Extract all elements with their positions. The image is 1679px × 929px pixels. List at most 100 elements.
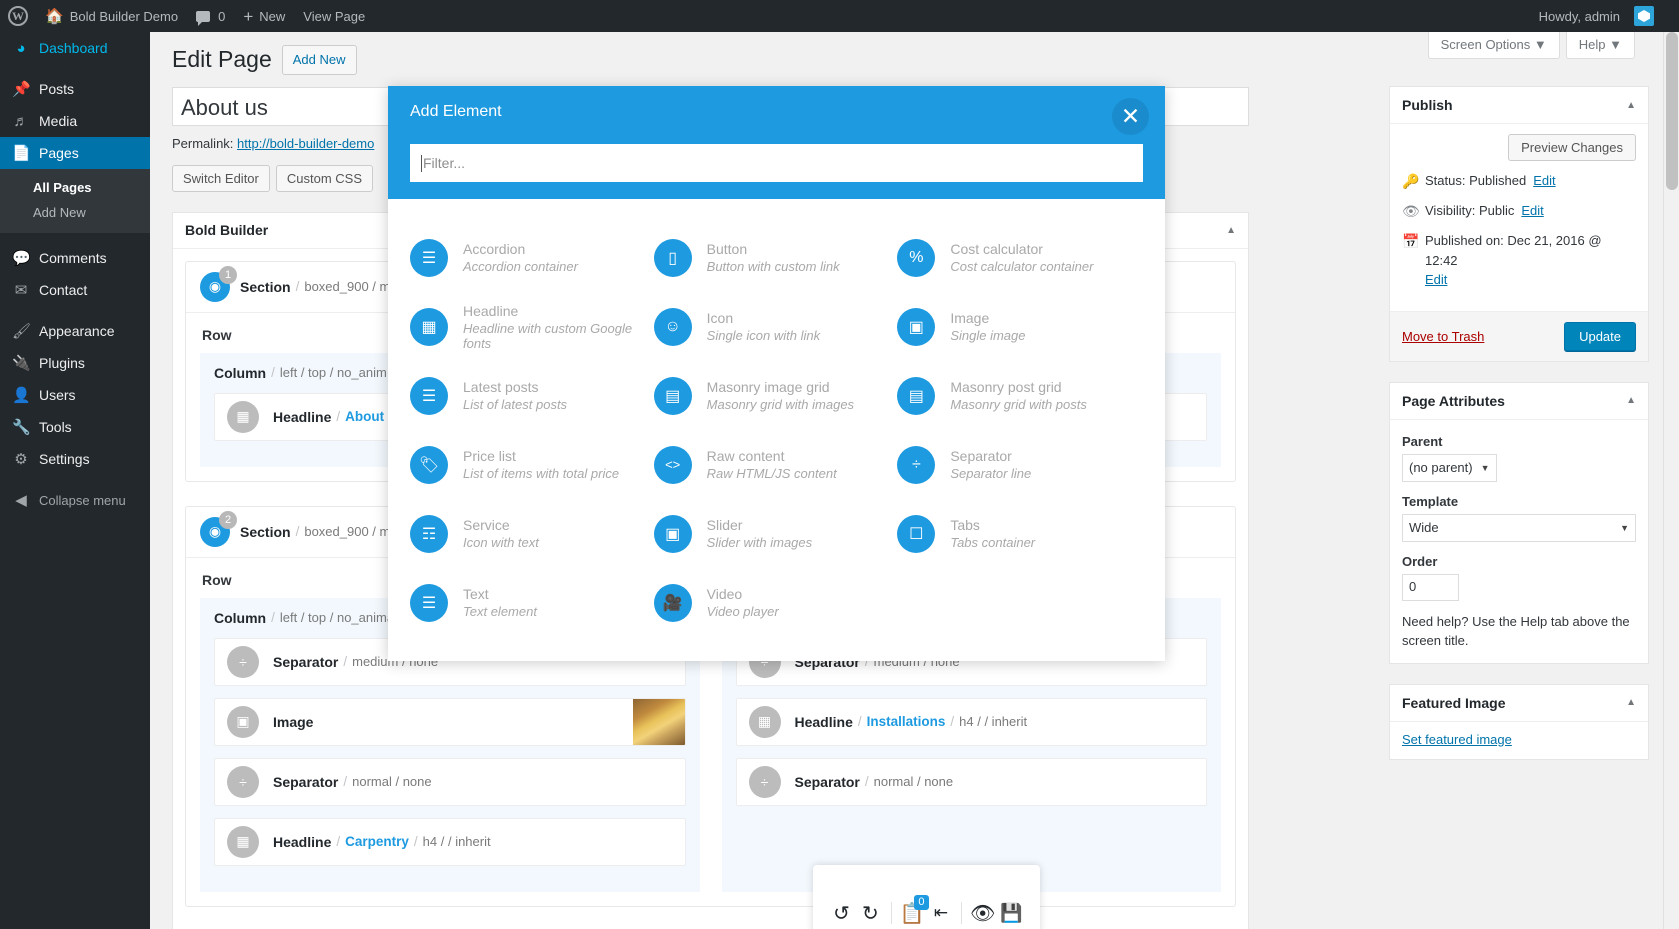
howdy-label: Howdy, admin bbox=[1538, 8, 1620, 24]
sidebar-item-media[interactable]: ♬ Media bbox=[0, 105, 150, 137]
paste-button[interactable]: ⇤ bbox=[927, 893, 956, 929]
element-label: Separator bbox=[273, 773, 339, 790]
view-page-label: View Page bbox=[303, 8, 366, 24]
chevron-up-icon[interactable]: ▲ bbox=[1626, 100, 1636, 111]
preview-changes-button[interactable]: Preview Changes bbox=[1508, 134, 1636, 161]
status-edit-link[interactable]: Edit bbox=[1533, 171, 1555, 191]
sidebar-item-tools[interactable]: 🔧 Tools bbox=[0, 411, 150, 443]
element-label-row: Headline / Carpentry / h4 / / inherit bbox=[273, 834, 685, 850]
sidebar-item-appearance[interactable]: 🖌 Appearance bbox=[0, 315, 150, 347]
visibility-row: 👁 Visibility: Public Edit bbox=[1402, 201, 1636, 222]
redo-button[interactable]: ↻ bbox=[856, 893, 885, 929]
update-button[interactable]: Update bbox=[1564, 321, 1636, 351]
chevron-up-icon[interactable]: ▲ bbox=[1226, 225, 1236, 236]
order-input[interactable]: 0 bbox=[1402, 573, 1459, 601]
headline-icon: ▦ bbox=[748, 705, 781, 738]
screen-options-button[interactable]: Screen Options ▼ bbox=[1427, 32, 1560, 59]
comments-menu[interactable]: 0 bbox=[187, 0, 234, 32]
set-featured-image-link[interactable]: Set featured image bbox=[1402, 732, 1512, 747]
chevron-down-icon: ▼ bbox=[1620, 522, 1629, 533]
pages-icon: 📄 bbox=[12, 144, 31, 162]
eye-icon: 👁 bbox=[1402, 203, 1420, 219]
pages-submenu: All Pages Add New bbox=[0, 169, 150, 233]
builder-element[interactable]: ▦ Headline / Carpentry / h4 / / inherit bbox=[214, 817, 686, 866]
visibility-label: Visibility: Public bbox=[1425, 203, 1515, 218]
headline-icon: ▦ bbox=[227, 825, 259, 858]
sidebar-item-label: Dashboard bbox=[39, 40, 108, 56]
section-visibility-toggle[interactable]: ◉ 1 bbox=[200, 265, 237, 302]
sidebar-item-label: Appearance bbox=[39, 323, 115, 339]
builder-row-label: Row bbox=[202, 326, 232, 343]
sidebar-item-all-pages[interactable]: All Pages bbox=[0, 175, 150, 200]
template-select[interactable]: Wide ▼ bbox=[1402, 513, 1636, 542]
add-new-button[interactable]: Add New bbox=[281, 45, 357, 75]
builder-section-header[interactable]: ◉ 1 Section / boxed_900 / med bbox=[186, 262, 1235, 313]
bold-builder-body: ◉ 1 Section / boxed_900 / med Row Column… bbox=[173, 248, 1248, 929]
site-name-menu[interactable]: 🏠 Bold Builder Demo bbox=[36, 0, 187, 32]
featured-image-header[interactable]: Featured Image ▲ bbox=[1390, 685, 1648, 722]
builder-element[interactable]: ▣ Image bbox=[214, 697, 686, 746]
sidebar-item-settings[interactable]: ⚙ Settings bbox=[0, 443, 150, 475]
preview-button[interactable]: 👁 bbox=[968, 893, 997, 929]
publish-box-header[interactable]: Publish ▲ bbox=[1390, 87, 1648, 124]
section-meta: boxed_900 / med bbox=[304, 524, 405, 539]
chevron-up-icon[interactable]: ▲ bbox=[1626, 395, 1636, 406]
sidebar-item-comments[interactable]: 💬 Comments bbox=[0, 242, 150, 274]
sidebar-item-posts[interactable]: 📌 Posts bbox=[0, 73, 150, 105]
element-label: Image bbox=[273, 713, 314, 730]
permalink-link[interactable]: http://bold-builder-demo bbox=[237, 136, 374, 151]
sidebar-item-users[interactable]: 👤 Users bbox=[0, 379, 150, 411]
image-icon: ▣ bbox=[227, 705, 259, 738]
help-button[interactable]: Help ▼ bbox=[1565, 32, 1635, 59]
visibility-edit-link[interactable]: Edit bbox=[1521, 201, 1543, 221]
featured-image-title: Featured Image bbox=[1402, 694, 1506, 711]
parent-select[interactable]: (no parent) ▼ bbox=[1402, 453, 1497, 482]
move-to-trash-link[interactable]: Move to Trash bbox=[1402, 329, 1484, 344]
bold-builder-metabox-header[interactable]: Bold Builder ▲ bbox=[173, 213, 1248, 249]
sliders-icon: ⚙ bbox=[14, 450, 28, 468]
builder-element[interactable]: ÷ Separator / normal / none bbox=[214, 757, 686, 806]
save-button[interactable]: 💾 bbox=[997, 893, 1026, 929]
new-content-menu[interactable]: + New bbox=[234, 0, 294, 32]
page-scrollbar[interactable] bbox=[1663, 32, 1679, 929]
chevron-up-icon[interactable]: ▲ bbox=[1626, 697, 1636, 708]
sidebar-item-plugins[interactable]: 🔌 Plugins bbox=[0, 347, 150, 379]
clipboard-button[interactable]: 📋 0 bbox=[898, 893, 929, 929]
wordpress-logo-icon bbox=[8, 6, 28, 26]
parent-label: Parent bbox=[1402, 433, 1443, 449]
template-value: Wide bbox=[1409, 520, 1439, 535]
slash-separator: / bbox=[864, 774, 869, 789]
builder-element[interactable]: ÷ Separator / normal / none bbox=[735, 757, 1207, 806]
switch-editor-button[interactable]: Switch Editor bbox=[172, 164, 270, 192]
builder-element[interactable]: ▦ Headline / About u bbox=[214, 392, 1207, 441]
element-link[interactable]: Carpentry bbox=[345, 834, 409, 849]
headline-icon: ▦ bbox=[227, 400, 259, 433]
undo-button[interactable]: ↺ bbox=[827, 893, 856, 929]
element-label-row: Headline / Installations / h4 / / inheri… bbox=[795, 714, 1207, 730]
view-page-link[interactable]: View Page bbox=[294, 0, 374, 32]
admin-bar-right: Howdy, admin bbox=[1530, 0, 1679, 32]
sidebar-item-dashboard[interactable]: ◕ Dashboard bbox=[0, 32, 150, 64]
builder-element[interactable]: ÷ Separator / medium / none bbox=[735, 637, 1207, 686]
sidebar-item-collapse-menu[interactable]: ◀ Collapse menu bbox=[0, 484, 150, 516]
post-title-input[interactable]: About us bbox=[172, 86, 1249, 126]
sidebar-item-add-new[interactable]: Add New bbox=[0, 200, 150, 225]
custom-css-button[interactable]: Custom CSS bbox=[275, 164, 374, 192]
element-link[interactable]: About u bbox=[345, 409, 396, 424]
builder-element[interactable]: ▦ Headline / Installations / h4 / / inhe… bbox=[735, 697, 1207, 746]
howdy-menu[interactable]: Howdy, admin bbox=[1530, 0, 1663, 32]
element-link[interactable]: Installations bbox=[867, 714, 946, 729]
sidebar-item-contact[interactable]: ✉ Contact bbox=[0, 274, 150, 306]
undo-icon: ↺ bbox=[833, 902, 850, 925]
column-meta: left / top / no_anim bbox=[279, 365, 387, 380]
screen-meta-links: Screen Options ▼ Help ▼ bbox=[1422, 32, 1635, 59]
sidebar-item-pages[interactable]: 📄 Pages bbox=[0, 137, 158, 169]
builder-element[interactable]: ÷ Separator / medium / none bbox=[214, 637, 686, 686]
builder-section-header[interactable]: ◉ 2 Section / boxed_900 / med bbox=[186, 507, 1235, 558]
wordpress-logo-menu[interactable] bbox=[0, 0, 36, 32]
published-on-edit-link[interactable]: Edit bbox=[1425, 272, 1447, 287]
section-visibility-toggle[interactable]: ◉ 2 bbox=[200, 510, 237, 547]
scrollbar-thumb[interactable] bbox=[1666, 32, 1678, 190]
page-attributes-header[interactable]: Page Attributes ▲ bbox=[1390, 383, 1648, 420]
site-name-label: Bold Builder Demo bbox=[69, 8, 179, 24]
